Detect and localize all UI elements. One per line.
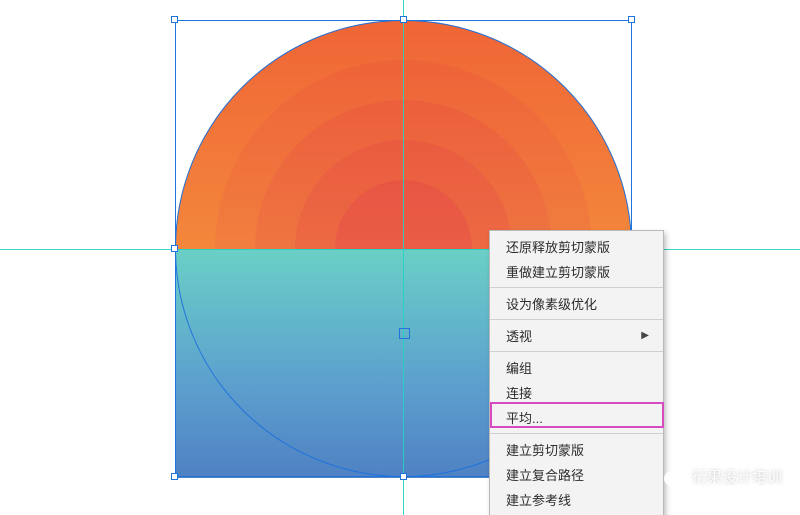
menu-pixel-perfect[interactable]: 设为像素级优化 — [490, 291, 663, 316]
selection-handle-top-right[interactable] — [628, 16, 635, 23]
selection-handle-top-left[interactable] — [171, 16, 178, 23]
menu-make-guides[interactable]: 建立参考线 — [490, 487, 663, 512]
menu-perspective[interactable]: 透视 ▶ — [490, 323, 663, 348]
menu-make-compound-path[interactable]: 建立复合路径 — [490, 462, 663, 487]
selection-handle-bottom-left[interactable] — [171, 473, 178, 480]
path-anchor-handle[interactable] — [399, 328, 410, 339]
menu-separator — [490, 287, 663, 288]
menu-separator — [490, 433, 663, 434]
watermark: 衍果设计培训 — [664, 465, 782, 487]
selection-handle-mid-left[interactable] — [171, 245, 178, 252]
selection-handle-bottom-mid[interactable] — [400, 473, 407, 480]
menu-separator — [490, 351, 663, 352]
chevron-right-icon: ▶ — [641, 330, 649, 341]
menu-undo-release-clipping-mask[interactable]: 还原释放剪切蒙版 — [490, 234, 663, 259]
weibo-icon — [664, 465, 686, 487]
menu-make-clipping-mask[interactable]: 建立剪切蒙版 — [490, 437, 663, 462]
design-canvas[interactable] — [0, 0, 800, 515]
menu-join[interactable]: 连接 — [490, 380, 663, 405]
watermark-text: 衍果设计培训 — [692, 466, 782, 487]
menu-group[interactable]: 编组 — [490, 355, 663, 380]
menu-redo-make-clipping-mask[interactable]: 重做建立剪切蒙版 — [490, 259, 663, 284]
menu-average[interactable]: 平均... — [490, 405, 663, 430]
selection-handle-top-mid[interactable] — [400, 16, 407, 23]
context-menu: 还原释放剪切蒙版 重做建立剪切蒙版 设为像素级优化 透视 ▶ 编组 连接 平均.… — [489, 230, 664, 515]
menu-separator — [490, 319, 663, 320]
